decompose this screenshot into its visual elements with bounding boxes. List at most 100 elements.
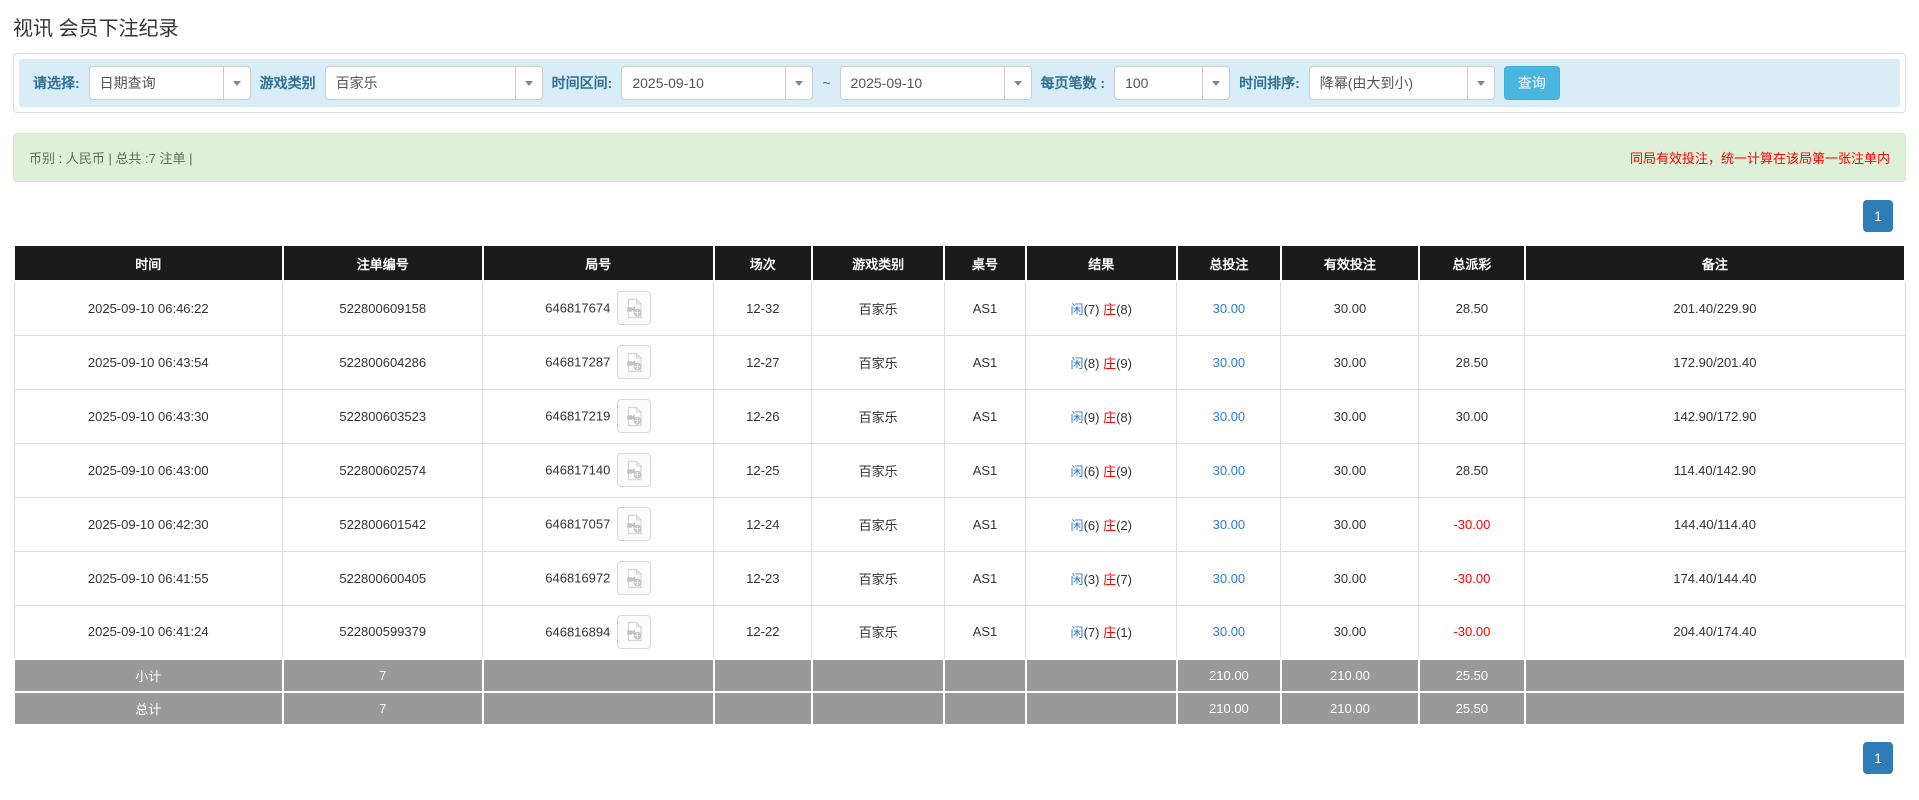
video-replay-button[interactable] (617, 399, 652, 433)
video-replay-button[interactable] (617, 345, 652, 379)
round-id: 646817057 (545, 516, 611, 532)
result-player-score: (6) (1083, 517, 1100, 533)
round-cell: 646817674 (482, 280, 715, 336)
result-banker-score: (9) (1116, 463, 1132, 479)
sort-order-label: 时间排序: (1239, 75, 1300, 91)
game-type-dropdown[interactable]: 百家乐 (324, 66, 543, 100)
total-bet-link[interactable]: 30.00 (1213, 571, 1246, 586)
time-cell: 2025-09-10 06:41:24 (13, 604, 284, 660)
table-no-cell: AS1 (943, 388, 1027, 444)
query-type-dropdown[interactable]: 日期查询 (88, 66, 251, 100)
table-no-cell: AS1 (943, 334, 1027, 390)
date-to-picker[interactable]: 2025-09-10 (839, 66, 1032, 100)
time-cell: 2025-09-10 06:46:22 (13, 280, 284, 336)
game-type-cell: 百家乐 (811, 388, 945, 444)
video-replay-button[interactable] (617, 561, 652, 595)
subtotal-total-bet: 210.00 (1175, 658, 1282, 693)
result-cell: 闲(8) 庄(9) (1025, 334, 1178, 390)
valid-bet-cell: 30.00 (1280, 550, 1420, 606)
video-replay-button[interactable] (617, 614, 652, 649)
subtotal-count: 7 (281, 658, 484, 693)
page-1-button[interactable]: 1 (1863, 200, 1893, 232)
table-no-cell: AS1 (943, 280, 1027, 336)
remark-cell: 204.40/174.40 (1524, 604, 1906, 660)
payout-cell: 28.50 (1418, 442, 1526, 498)
chevron-down-icon[interactable] (1003, 67, 1031, 99)
payout-cell: -30.00 (1418, 496, 1526, 552)
query-type-value: 日期查询 (99, 75, 156, 91)
result-cell: 闲(7) 庄(8) (1025, 280, 1178, 336)
total-bet-link[interactable]: 30.00 (1213, 517, 1246, 532)
total-bet-link[interactable]: 30.00 (1213, 301, 1246, 316)
bet-id-cell: 522800601542 (282, 496, 484, 552)
column-header-2: 局号 (481, 244, 715, 282)
game-type-cell: 百家乐 (811, 280, 945, 336)
result-banker-score: (7) (1116, 571, 1132, 587)
round-id: 646817287 (545, 354, 611, 370)
valid-bet-cell: 30.00 (1280, 334, 1420, 390)
video-file-icon (627, 298, 643, 318)
time-cell: 2025-09-10 06:43:30 (13, 388, 284, 444)
video-file-icon (627, 513, 643, 534)
page-1-button[interactable]: 1 (1863, 742, 1893, 774)
video-replay-button[interactable] (617, 507, 652, 541)
page-size-value: 100 (1125, 75, 1149, 91)
result-banker-label: 庄 (1103, 301, 1117, 317)
payout-cell: -30.00 (1418, 604, 1526, 660)
video-replay-button[interactable] (617, 453, 652, 487)
total-bet-link[interactable]: 30.00 (1213, 463, 1246, 478)
round-cell: 646817287 (482, 334, 715, 390)
total-bet-cell: 30.00 (1176, 496, 1282, 552)
result-player-label: 闲 (1070, 409, 1084, 425)
total-bet-cell: 30.00 (1176, 280, 1282, 336)
chevron-down-icon[interactable] (785, 67, 812, 99)
bet-id-cell: 522800604286 (282, 334, 484, 390)
payout-cell: 28.50 (1418, 280, 1526, 336)
round-cell: 646816894 (482, 604, 715, 660)
page-size-dropdown[interactable]: 100 (1114, 66, 1231, 100)
betting-records-table: 时间 注单编号 局号 场次 游戏类别 桌号 结果 总投注 有效投注 总派彩 备注 2025-09-1… (13, 244, 1907, 726)
chevron-down-icon[interactable] (222, 67, 250, 99)
result-player-label: 闲 (1070, 463, 1084, 479)
result-cell: 闲(9) 庄(8) (1025, 388, 1178, 444)
session-cell: 12-22 (713, 604, 813, 660)
subtotal-label: 小计 (13, 658, 284, 693)
round-id: 646817219 (545, 408, 611, 424)
result-player-score: (7) (1083, 301, 1100, 317)
table-header-row: 时间 注单编号 局号 场次 游戏类别 桌号 结果 总投注 有效投注 总派彩 备注 (13, 244, 1907, 282)
time-range-label: 时间区间: (551, 75, 613, 91)
remark-cell: 174.40/144.40 (1524, 550, 1906, 606)
result-player-label: 闲 (1070, 625, 1084, 641)
game-type-cell: 百家乐 (811, 604, 945, 660)
round-cell: 646817057 (482, 496, 715, 552)
payout-cell: 30.00 (1418, 388, 1526, 444)
video-file-icon (627, 621, 643, 642)
total-bet-link[interactable]: 30.00 (1213, 355, 1246, 370)
total-total-bet: 210.00 (1175, 691, 1282, 726)
chevron-down-icon[interactable] (1466, 67, 1494, 99)
result-cell: 闲(3) 庄(7) (1025, 550, 1178, 606)
sort-order-dropdown[interactable]: 降幂(由大到小) (1308, 66, 1495, 100)
date-from-picker[interactable]: 2025-09-10 (621, 66, 814, 100)
session-cell: 12-25 (713, 442, 813, 498)
total-bet-cell: 30.00 (1176, 388, 1282, 444)
total-bet-cell: 30.00 (1176, 604, 1282, 660)
total-payout: 25.50 (1417, 691, 1526, 726)
remark-cell: 172.90/201.40 (1524, 334, 1906, 390)
payout-cell: -30.00 (1418, 550, 1526, 606)
chevron-down-icon[interactable] (1202, 67, 1229, 99)
query-type-label: 请选择: (33, 75, 80, 91)
video-replay-button[interactable] (617, 291, 652, 326)
total-bet-link[interactable]: 30.00 (1213, 409, 1246, 424)
result-player-label: 闲 (1070, 517, 1084, 533)
subtotal-valid-bet: 210.00 (1279, 658, 1420, 693)
column-header-8: 有效投注 (1279, 244, 1420, 282)
total-bet-link[interactable]: 30.00 (1213, 624, 1246, 639)
search-button[interactable]: 查询 (1503, 66, 1560, 100)
valid-bet-cell: 30.00 (1280, 388, 1420, 444)
chevron-down-icon[interactable] (514, 67, 542, 99)
table-row: 2025-09-10 06:43:54 522800604286 6468172… (13, 334, 1906, 390)
result-banker-label: 庄 (1103, 625, 1117, 641)
bet-id-cell: 522800602574 (282, 442, 484, 498)
game-type-label: 游戏类别 (259, 75, 316, 91)
